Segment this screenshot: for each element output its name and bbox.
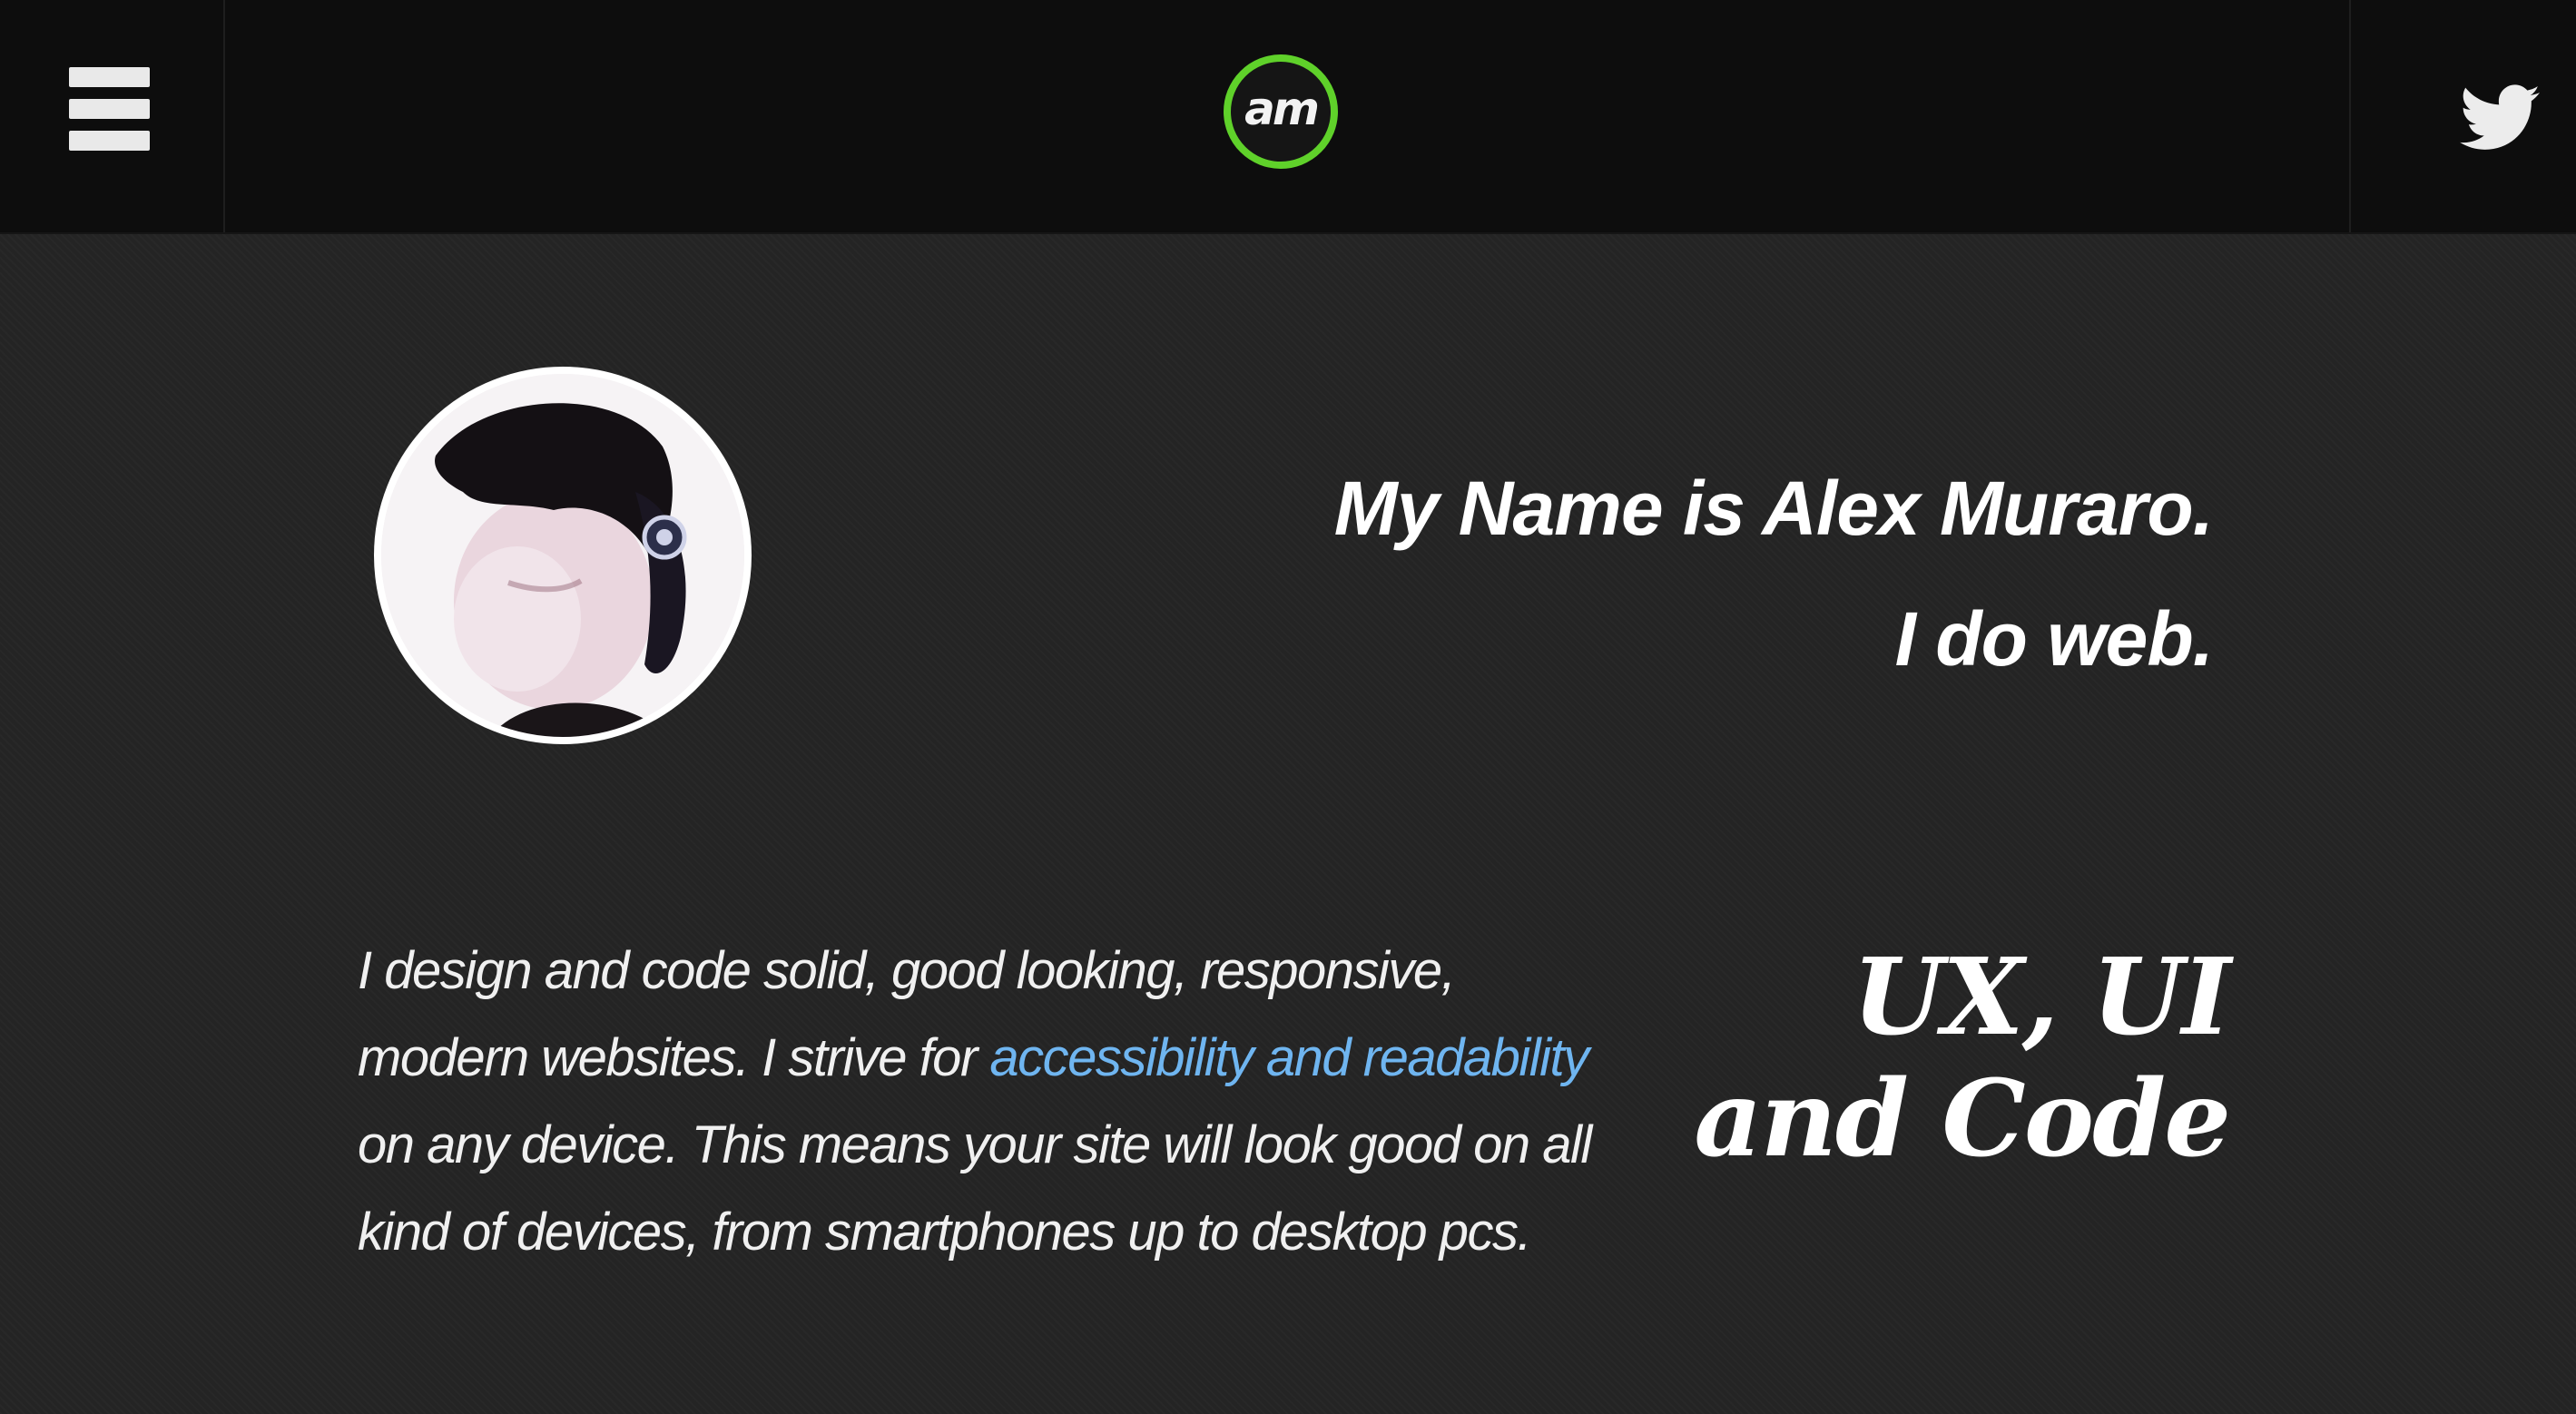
twitter-button[interactable] [2349,0,2576,232]
logo-text: am [1244,83,1320,135]
intro-text-end: on any device. This means your site will… [358,1115,1592,1262]
skills-line-1: UX, UI [1852,936,2231,1059]
skills-heading: UX, UI and Code [1694,936,2231,1181]
hamburger-menu-icon [69,67,150,87]
headline-line-1: My Name is Alex Muraro. [1333,466,2214,551]
headline: My Name is Alex Muraro. I do web. [1333,443,2214,704]
avatar-photo [381,374,744,737]
hamburger-menu-icon [69,99,150,119]
skills-line-2: and Code [1694,1057,2231,1181]
avatar [374,367,752,744]
top-bar: am [0,0,2576,234]
twitter-bird-icon [2460,84,2540,150]
site-logo[interactable]: am [1224,54,1338,169]
headline-line-2: I do web. [1894,596,2214,682]
hamburger-menu-icon [69,131,150,151]
page: am My Name is Alex Muraro. I do web. I d… [0,0,2576,1414]
accessibility-link[interactable]: accessibility and readability [989,1028,1589,1087]
intro-paragraph: I design and code solid, good looking, r… [358,928,1592,1276]
menu-button[interactable] [0,0,225,232]
